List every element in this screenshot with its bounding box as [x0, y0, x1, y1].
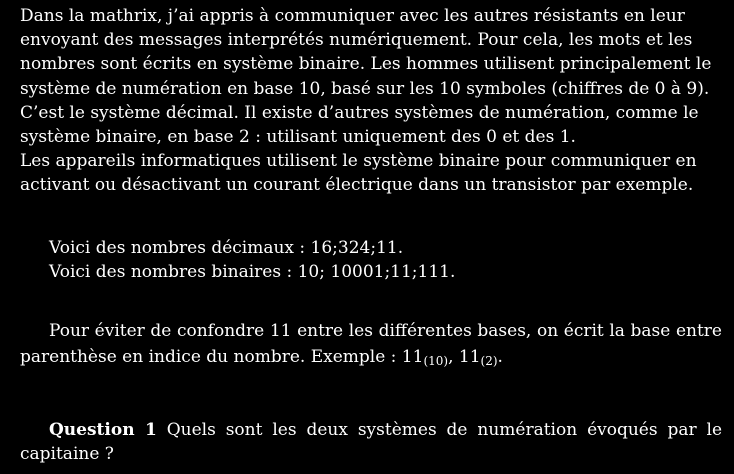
- base-notation-text: Pour éviter de confondre 11 entre les di…: [20, 321, 722, 368]
- example-end: .: [497, 347, 503, 368]
- intro-paragraph: Dans la mathrix, j’ai appris à communiqu…: [20, 4, 722, 198]
- intro-line: système binaire, en base 2 : utilisant u…: [20, 127, 576, 148]
- example-separator: ,: [448, 347, 459, 368]
- binary-examples: Voici des nombres binaires : 10; 10001;1…: [49, 261, 456, 282]
- intro-line: Les appareils informatiques utilisent le…: [20, 151, 697, 172]
- document-page: Dans la mathrix, j’ai appris à communiqu…: [20, 4, 722, 466]
- example-number-binary: 11: [458, 347, 481, 368]
- base-notation-paragraph: Pour éviter de confondre 11 entre les di…: [20, 318, 722, 370]
- example-number-decimal: 11: [401, 347, 424, 368]
- question-label: Question 1: [49, 420, 157, 441]
- intro-line: nombres sont écrits en système binaire. …: [20, 54, 712, 75]
- intro-line: Dans la mathrix, j’ai appris à communiqu…: [20, 6, 685, 26]
- intro-line: C’est le système décimal. Il existe d’au…: [20, 102, 699, 123]
- intro-line: envoyant des messages interprétés numéri…: [20, 30, 693, 51]
- question-1: Question 1 Quels sont les deux systèmes …: [20, 418, 722, 466]
- intro-line: activant ou désactivant un courant élect…: [20, 175, 694, 196]
- base-subscript-10: (10): [423, 354, 449, 369]
- base-subscript-2: (2): [480, 354, 498, 369]
- decimal-examples: Voici des nombres décimaux : 16;324;11.: [49, 237, 404, 258]
- intro-line: système de numération en base 10, basé s…: [20, 78, 710, 99]
- examples-block: Voici des nombres décimaux : 16;324;11. …: [20, 236, 722, 284]
